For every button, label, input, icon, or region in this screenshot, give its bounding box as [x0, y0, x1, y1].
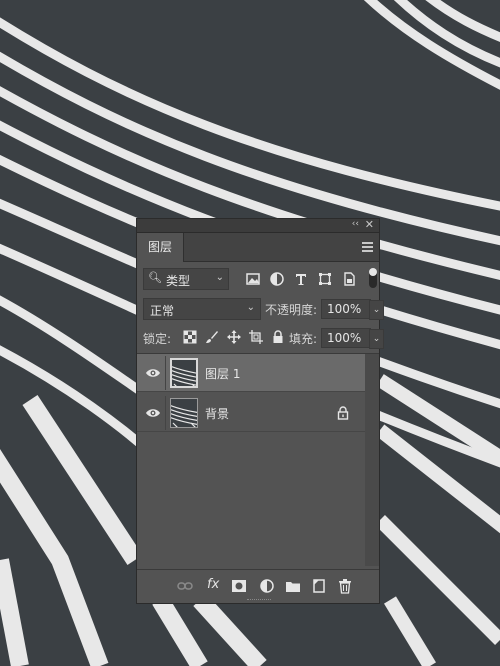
opacity-value: 100%	[327, 302, 362, 316]
visibility-eye-icon[interactable]	[145, 407, 161, 419]
lock-label: 锁定:	[143, 332, 172, 346]
adjustment-layer-icon[interactable]	[259, 578, 275, 594]
layers-scrollbar[interactable]	[365, 354, 379, 566]
filter-kind-label: 类型	[166, 274, 191, 288]
delete-icon[interactable]	[337, 578, 353, 594]
lock-row: 锁定: 填充: 100% ⌄	[141, 327, 384, 349]
shape-filter-icon[interactable]	[317, 271, 333, 287]
layer-filter-row: 🔍︎ 类型 ⌄	[141, 268, 377, 292]
panel-tabbar: 图层	[137, 233, 379, 262]
fill-chevron-icon[interactable]: ⌄	[369, 329, 384, 349]
chevron-down-icon: ⌄	[246, 302, 255, 313]
image-filter-icon[interactable]	[245, 271, 261, 287]
layer-row-background[interactable]: 背景	[137, 394, 365, 432]
smart-object-filter-icon[interactable]	[341, 271, 357, 287]
layer-thumbnail[interactable]	[170, 358, 198, 388]
search-icon: 🔍︎	[148, 271, 162, 284]
fx-icon[interactable]: fx	[207, 577, 219, 592]
filter-kind-select[interactable]: 🔍︎ 类型 ⌄	[143, 268, 229, 290]
new-group-icon[interactable]	[285, 578, 301, 594]
layer-thumbnail[interactable]	[170, 398, 198, 428]
type-filter-icon[interactable]	[293, 271, 309, 287]
lock-artboard-icon[interactable]	[249, 330, 263, 344]
fill-value: 100%	[327, 331, 362, 345]
row-separator	[165, 356, 166, 390]
row-separator	[165, 396, 166, 430]
close-panel-icon[interactable]: ✕	[365, 218, 374, 231]
blend-row: 正常 ⌄ 不透明度: 100% ⌄	[141, 298, 384, 320]
blend-mode-value: 正常	[150, 304, 175, 318]
opacity-input[interactable]: 100% ⌄	[321, 299, 384, 320]
layers-bottom-toolbar: fx	[137, 569, 379, 603]
lock-transparent-pixels-icon[interactable]	[183, 330, 197, 344]
panel-resize-grip[interactable]	[247, 599, 271, 602]
layers-list: 图层 1 背景	[137, 354, 365, 566]
tab-layers[interactable]: 图层	[137, 233, 184, 262]
lock-icon[interactable]	[337, 406, 349, 420]
collapse-panel-icon[interactable]: ‹‹	[352, 219, 359, 229]
lock-image-pixels-icon[interactable]	[205, 330, 219, 344]
panel-menu-icon[interactable]	[362, 242, 373, 254]
opacity-label: 不透明度:	[265, 303, 318, 317]
add-mask-icon[interactable]	[231, 578, 247, 594]
chevron-down-icon: ⌄	[215, 272, 224, 283]
layers-panel: ‹‹ ✕ 图层 🔍︎ 类型 ⌄ 正常 ⌄ 不透明度: 100% ⌄ 锁定: 填充…	[136, 218, 384, 604]
blend-mode-select[interactable]: 正常 ⌄	[143, 298, 261, 320]
layer-name[interactable]: 图层 1	[205, 365, 240, 382]
lock-all-icon[interactable]	[271, 330, 285, 344]
opacity-chevron-icon[interactable]: ⌄	[369, 300, 384, 320]
fill-label: 填充:	[289, 332, 318, 346]
filter-toggle-switch[interactable]	[369, 268, 377, 288]
panel-titlebar: ‹‹ ✕	[137, 218, 379, 233]
lock-position-icon[interactable]	[227, 330, 241, 344]
adjustment-filter-icon[interactable]	[269, 271, 285, 287]
fill-input[interactable]: 100% ⌄	[321, 328, 384, 349]
layer-row-layer-1[interactable]: 图层 1	[137, 354, 365, 392]
link-layers-icon[interactable]	[177, 578, 193, 594]
layer-name[interactable]: 背景	[205, 405, 229, 422]
visibility-eye-icon[interactable]	[145, 367, 161, 379]
new-layer-icon[interactable]	[311, 578, 327, 594]
